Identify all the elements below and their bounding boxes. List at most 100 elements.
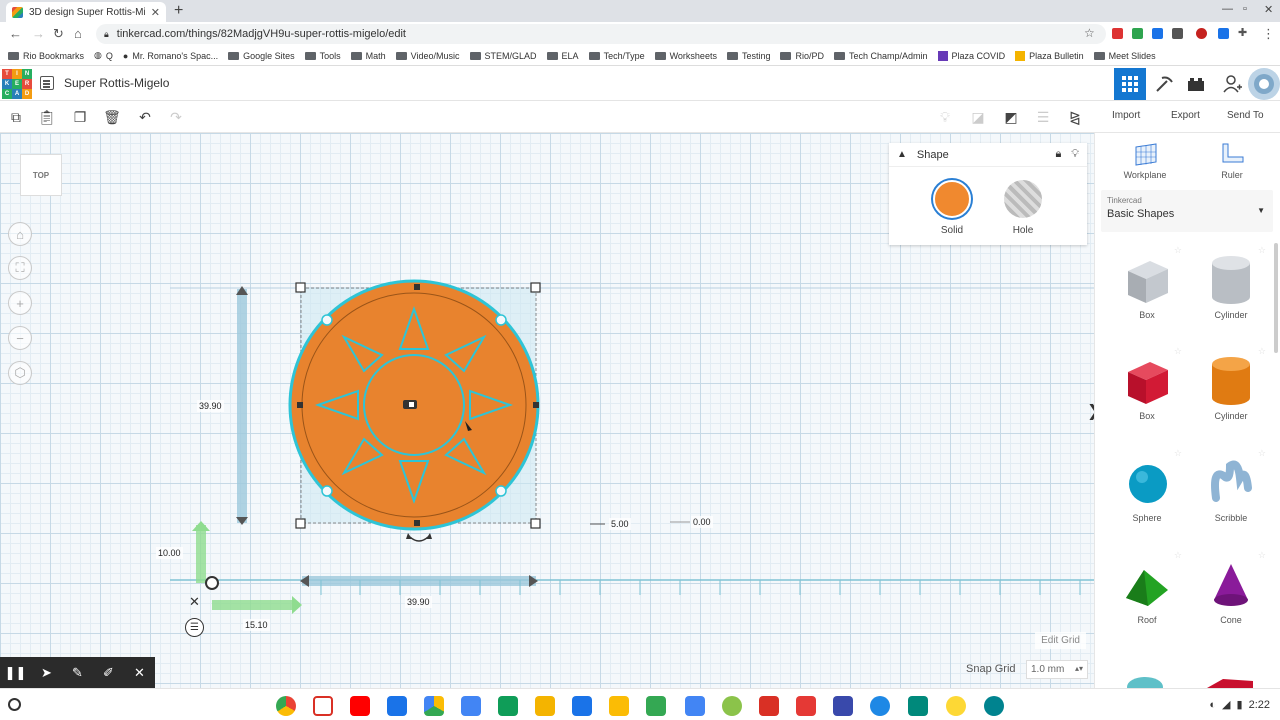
add-user-button[interactable] bbox=[1216, 68, 1248, 100]
bookmark-item[interactable]: Meet Slides bbox=[1093, 51, 1156, 61]
ruler-icon[interactable] bbox=[1219, 141, 1245, 167]
bookmark-item[interactable]: STEM/GLAD bbox=[469, 51, 537, 61]
sheets-icon[interactable] bbox=[498, 696, 518, 716]
fit-view-icon[interactable]: ⛶ bbox=[8, 256, 32, 280]
import-button[interactable]: Import bbox=[1112, 110, 1140, 121]
shape-category-select[interactable]: Tinkercad Basic Shapes ▼ bbox=[1101, 190, 1273, 232]
note-icon[interactable]: ◪ bbox=[968, 107, 988, 127]
pen-icon[interactable]: ✎ bbox=[62, 657, 93, 688]
y-position-value[interactable]: 10.00 bbox=[156, 547, 183, 559]
app-icon[interactable] bbox=[572, 696, 592, 716]
design-list-icon[interactable] bbox=[40, 76, 54, 90]
shape-box-red[interactable]: ☆ Box bbox=[1112, 346, 1182, 434]
shape-cone[interactable]: ☆ Cone bbox=[1196, 550, 1266, 638]
extension-icon[interactable] bbox=[1112, 28, 1123, 39]
home-icon[interactable]: ⌂ bbox=[74, 26, 82, 41]
files-icon[interactable] bbox=[685, 696, 705, 716]
drive-icon[interactable] bbox=[424, 696, 444, 716]
elevation-value[interactable]: 5.00 bbox=[609, 518, 631, 530]
height-dimension-value[interactable]: 39.90 bbox=[197, 400, 224, 412]
new-tab-icon[interactable]: + bbox=[174, 2, 183, 20]
bookmark-item[interactable]: ELA bbox=[546, 51, 579, 61]
close-icon[interactable]: ✕ bbox=[189, 594, 200, 610]
marker-icon[interactable]: ✐ bbox=[93, 657, 124, 688]
bookmark-item[interactable]: ● Mr. Romano's Spac... bbox=[123, 51, 218, 61]
zoom-in-icon[interactable]: + bbox=[8, 291, 32, 315]
address-bar[interactable]: 🔒︎ tinkercad.com/things/82MadjgVH9u-supe… bbox=[96, 24, 1106, 44]
extension-icon[interactable] bbox=[1172, 28, 1183, 39]
bricks-button[interactable] bbox=[1180, 68, 1212, 100]
codeblocks-button[interactable] bbox=[1148, 68, 1180, 100]
maximize-icon[interactable]: ▫ bbox=[1243, 3, 1247, 15]
calendar-icon[interactable] bbox=[387, 696, 407, 716]
bookmark-item[interactable]: Rio Bookmarks bbox=[8, 51, 84, 61]
back-icon[interactable]: ← bbox=[9, 26, 22, 41]
minimize-icon[interactable]: — bbox=[1222, 3, 1233, 15]
star-icon[interactable]: ☆ bbox=[1174, 448, 1182, 459]
extension-icon[interactable] bbox=[1218, 28, 1229, 39]
star-icon[interactable]: ☆ bbox=[1258, 448, 1266, 459]
gmail-icon[interactable] bbox=[313, 696, 333, 716]
view-cube[interactable]: TOP bbox=[20, 154, 62, 196]
app-icon[interactable] bbox=[833, 696, 853, 716]
workplane-label[interactable]: Workplane bbox=[1115, 170, 1175, 180]
bookmark-item[interactable]: Tools bbox=[304, 51, 341, 61]
bookmark-star-icon[interactable]: ☆ bbox=[1084, 26, 1095, 40]
align-icon[interactable]: ☰ bbox=[1033, 107, 1053, 127]
close-tab-icon[interactable]: ✕ bbox=[151, 6, 160, 19]
pause-icon[interactable]: ❚❚ bbox=[0, 657, 31, 688]
shape-cylinder-gray[interactable]: ☆ Cylinder bbox=[1196, 245, 1266, 333]
shape-roof[interactable]: ☆ Roof bbox=[1112, 550, 1182, 638]
bulb-icon[interactable]: 💡︎ bbox=[1071, 148, 1079, 161]
zoom-out-icon[interactable]: − bbox=[8, 326, 32, 350]
bookmark-item[interactable]: Rio/PD bbox=[780, 51, 824, 61]
3d-view-button[interactable] bbox=[1114, 68, 1146, 100]
mirror-icon[interactable]: ⧎ bbox=[1065, 107, 1085, 127]
star-icon[interactable]: ☆ bbox=[1258, 550, 1266, 561]
extension-icon[interactable] bbox=[1152, 28, 1163, 39]
duplicate-icon[interactable]: ❐ bbox=[70, 107, 90, 127]
system-tray[interactable]: ◐ ◢ ▮ 2:22 bbox=[1209, 698, 1270, 712]
perspective-icon[interactable]: ⬡ bbox=[8, 361, 32, 385]
scrollbar[interactable] bbox=[1274, 243, 1278, 353]
slides-icon[interactable] bbox=[535, 696, 555, 716]
docs-icon[interactable] bbox=[461, 696, 481, 716]
bookmark-item[interactable]: Tech Champ/Admin bbox=[834, 51, 928, 61]
bookmark-item[interactable]: Testing bbox=[726, 51, 770, 61]
star-icon[interactable]: ☆ bbox=[1174, 550, 1182, 561]
ruler-label[interactable]: Ruler bbox=[1202, 170, 1262, 180]
arduino-icon[interactable] bbox=[984, 696, 1004, 716]
hole-swatch[interactable] bbox=[1004, 180, 1042, 218]
undo-icon[interactable]: ↶ bbox=[135, 107, 155, 127]
shape-sphere[interactable]: ☆ Sphere bbox=[1112, 448, 1182, 536]
extension-icon[interactable] bbox=[1196, 28, 1207, 39]
close-window-icon[interactable]: ✕ bbox=[1264, 3, 1273, 16]
star-icon[interactable]: ☆ bbox=[1258, 346, 1266, 357]
width-dimension-value[interactable]: 39.90 bbox=[405, 596, 432, 608]
menu-icon[interactable]: ☰ bbox=[185, 618, 204, 637]
chevron-right-icon[interactable]: ❯ bbox=[1087, 401, 1094, 421]
bookmark-item[interactable]: Math bbox=[350, 51, 386, 61]
browser-tab[interactable]: 3D design Super Rottis-Migelo | ✕ bbox=[6, 2, 166, 22]
shape-box-gray[interactable]: ☆ Box bbox=[1112, 245, 1182, 333]
meet-icon[interactable] bbox=[908, 696, 928, 716]
keep-icon[interactable] bbox=[609, 696, 629, 716]
snap-grid-select[interactable]: 1.0 mm ▴▾ bbox=[1026, 660, 1088, 679]
offset-value[interactable]: 0.00 bbox=[691, 516, 713, 528]
app-icon[interactable] bbox=[722, 696, 742, 716]
reload-icon[interactable]: ↻ bbox=[53, 26, 64, 42]
shape-cylinder-orange[interactable]: ☆ Cylinder bbox=[1196, 346, 1266, 434]
bookmark-item[interactable]: Plaza Bulletin bbox=[1015, 50, 1084, 61]
redo-icon[interactable]: ↷ bbox=[166, 107, 186, 127]
star-icon[interactable]: ☆ bbox=[1258, 245, 1266, 256]
bookmark-item[interactable]: ◍ Q bbox=[94, 50, 113, 61]
home-view-icon[interactable]: ⌂ bbox=[8, 222, 32, 246]
launcher-icon[interactable] bbox=[8, 698, 21, 711]
bookmark-item[interactable]: Tech/Type bbox=[588, 51, 645, 61]
star-icon[interactable]: ☆ bbox=[1174, 245, 1182, 256]
youtube-icon[interactable] bbox=[350, 696, 370, 716]
shape-scribble[interactable]: ☆ Scribble bbox=[1196, 448, 1266, 536]
app-icon[interactable] bbox=[796, 696, 816, 716]
bookmark-item[interactable]: Video/Music bbox=[395, 51, 460, 61]
project-title[interactable]: Super Rottis-Migelo bbox=[64, 76, 169, 90]
